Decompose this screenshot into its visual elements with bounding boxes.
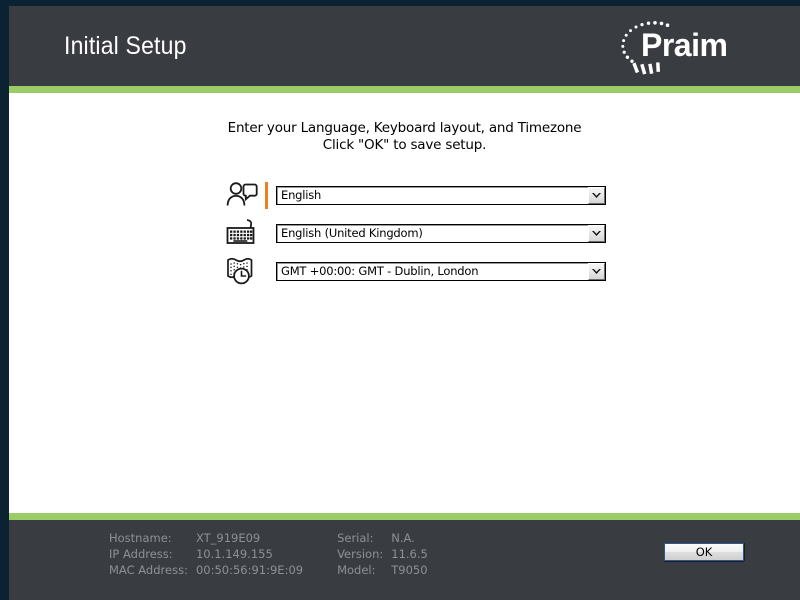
main-content: Enter your Language, Keyboard layout, an… (9, 93, 800, 513)
serial-value: N.A. (391, 531, 415, 545)
chevron-down-icon[interactable] (588, 262, 605, 280)
keyboard-icon (225, 215, 265, 251)
device-info-labels: Hostname: IP Address: MAC Address: (109, 530, 188, 578)
ip-address-value: 10.1.149.155 (195, 547, 273, 561)
instructions: Enter your Language, Keyboard layout, an… (9, 93, 800, 154)
device-info-values: XT_919E09 10.1.149.155 00:50:56:91:9E:09 (196, 530, 303, 578)
app-footer: Hostname: IP Address: MAC Address: XT_91… (9, 520, 800, 600)
app-header: Initial Setup Praim (9, 6, 800, 86)
ip-address-label: IP Address: (109, 547, 173, 561)
hostname-value: XT_919E09 (195, 531, 261, 545)
setup-form: English English (United Kingdom) GMT +00… (9, 176, 800, 290)
svg-text:Praim: Praim (641, 27, 727, 63)
accent-divider-top (9, 86, 800, 93)
field-indicator-spacer (265, 220, 268, 247)
timezone-select-value: GMT +00:00: GMT - Dublin, London (281, 264, 479, 278)
device-info-column-left: Hostname: IP Address: MAC Address: XT_91… (109, 530, 303, 578)
model-label: Model: (337, 563, 376, 577)
keyboard-layout-select[interactable]: English (United Kingdom) (276, 223, 606, 243)
device-info: Hostname: IP Address: MAC Address: XT_91… (109, 530, 428, 578)
field-indicator-spacer (265, 258, 268, 285)
language-select-value: English (281, 188, 322, 202)
instruction-line-2: Click "OK" to save setup. (322, 137, 487, 153)
initial-setup-window: Initial Setup Praim Enter your Language,… (0, 0, 800, 600)
model-value: T9050 (391, 563, 428, 577)
device-info-labels: Serial: Version: Model: (337, 530, 383, 578)
version-label: Version: (337, 547, 384, 561)
keyboard-layout-select-value: English (United Kingdom) (281, 226, 423, 240)
world-clock-icon (225, 253, 265, 289)
praim-swoosh-logo: Praim (621, 21, 728, 75)
timezone-select[interactable]: GMT +00:00: GMT - Dublin, London (276, 261, 606, 281)
praim-logo: Praim (603, 15, 758, 77)
page-title: Initial Setup (64, 31, 187, 60)
device-info-values: N.A. 11.6.5 T9050 (391, 530, 428, 578)
form-row-language: English (9, 176, 800, 214)
chevron-down-icon[interactable] (588, 224, 605, 242)
serial-label: Serial: (337, 531, 374, 545)
language-select[interactable]: English (276, 185, 606, 205)
mac-address-label: MAC Address: (109, 563, 188, 577)
form-row-timezone: GMT +00:00: GMT - Dublin, London (9, 252, 800, 290)
version-value: 11.6.5 (391, 547, 428, 561)
hostname-label: Hostname: (109, 531, 172, 545)
device-info-column-right: Serial: Version: Model: N.A. 11.6.5 T905… (337, 530, 428, 578)
mac-address-value: 00:50:56:91:9E:09 (195, 563, 304, 577)
instruction-line-1: Enter your Language, Keyboard layout, an… (227, 120, 582, 136)
form-row-keyboard: English (United Kingdom) (9, 214, 800, 252)
chevron-down-icon[interactable] (588, 186, 605, 204)
ok-button[interactable]: OK (664, 543, 744, 561)
active-field-indicator (265, 181, 268, 209)
person-speech-icon (225, 177, 265, 213)
accent-divider-bottom (9, 513, 800, 520)
